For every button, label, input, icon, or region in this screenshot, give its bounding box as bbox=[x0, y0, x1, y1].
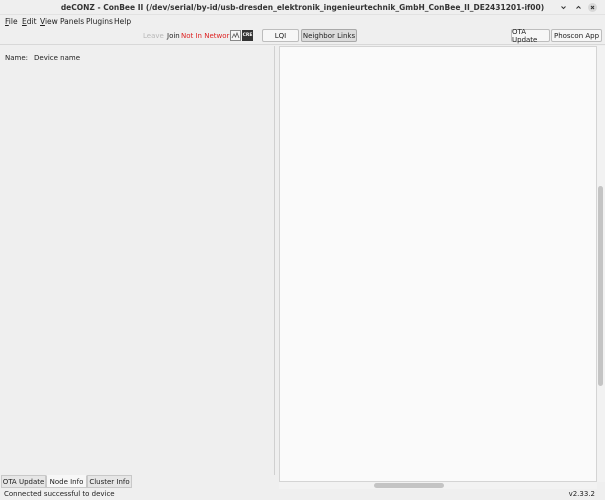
menu-edit[interactable]: Edit bbox=[22, 17, 37, 26]
horizontal-scrollbar-thumb[interactable] bbox=[374, 483, 444, 488]
tab-node-info[interactable]: Node Info bbox=[46, 475, 87, 488]
menu-panels[interactable]: Panels bbox=[60, 17, 84, 26]
vertical-scrollbar[interactable] bbox=[597, 46, 605, 482]
device-name-value: Device name bbox=[34, 54, 81, 62]
name-label: Name: bbox=[5, 54, 29, 62]
leave-button[interactable]: Leave bbox=[143, 32, 164, 40]
ota-update-button[interactable]: OTA Update bbox=[511, 28, 550, 44]
maximize-icon[interactable] bbox=[574, 3, 583, 12]
neighbor-links-button[interactable]: Neighbor Links bbox=[301, 29, 357, 42]
toolbar: Leave Join Not In Network CRE LQI Neighb… bbox=[0, 27, 605, 45]
vertical-scrollbar-thumb[interactable] bbox=[598, 186, 603, 386]
cre-icon[interactable]: CRE bbox=[242, 30, 253, 41]
network-status: Not In Network bbox=[181, 32, 234, 40]
window-title: deCONZ - ConBee II (/dev/serial/by-id/us… bbox=[60, 3, 545, 12]
horizontal-scrollbar[interactable] bbox=[279, 482, 597, 489]
close-icon[interactable] bbox=[588, 3, 597, 12]
menu-view-label: iew bbox=[44, 17, 58, 26]
version-label: v2.33.2 bbox=[568, 490, 595, 498]
network-activity-icon[interactable] bbox=[230, 30, 241, 41]
menu-edit-label: dit bbox=[26, 17, 37, 26]
menu-view[interactable]: View bbox=[40, 17, 58, 26]
menu-help[interactable]: Help bbox=[114, 17, 131, 26]
menu-bar: File Edit View Panels Plugins Help bbox=[0, 15, 605, 27]
node-info-panel: Name: Device name bbox=[0, 46, 275, 475]
tab-ota-update[interactable]: OTA Update bbox=[1, 475, 46, 488]
lqi-button[interactable]: LQI bbox=[262, 29, 299, 42]
menu-file[interactable]: File bbox=[5, 17, 18, 26]
network-canvas[interactable] bbox=[279, 46, 597, 482]
join-button[interactable]: Join bbox=[167, 32, 180, 40]
title-bar: deCONZ - ConBee II (/dev/serial/by-id/us… bbox=[0, 0, 605, 15]
status-bar: Connected successful to device v2.33.2 bbox=[0, 489, 605, 500]
menu-file-label: ile bbox=[8, 17, 18, 26]
menu-plugins[interactable]: Plugins bbox=[86, 17, 113, 26]
panel-tabs: OTA Update Node Info Cluster Info bbox=[0, 475, 275, 488]
tab-cluster-info[interactable]: Cluster Info bbox=[87, 475, 132, 488]
phoscon-app-button[interactable]: Phoscon App bbox=[551, 29, 602, 42]
status-message: Connected successful to device bbox=[4, 490, 115, 498]
minimize-icon[interactable] bbox=[559, 3, 568, 12]
